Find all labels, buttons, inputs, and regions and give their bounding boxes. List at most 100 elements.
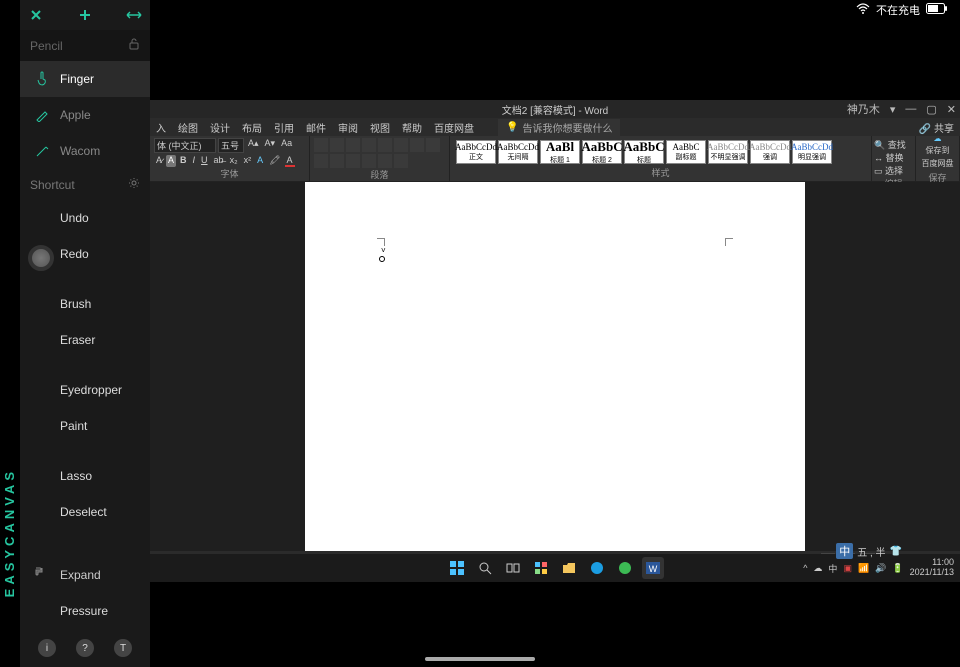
- close-window-icon[interactable]: ✕: [947, 103, 956, 116]
- style-tile-8[interactable]: AaBbCcDd明显强调: [792, 140, 832, 164]
- help-icon[interactable]: ?: [76, 639, 94, 657]
- tray-clock[interactable]: 11:00 2021/11/13: [910, 558, 954, 578]
- borders-icon[interactable]: [394, 154, 408, 168]
- font-name[interactable]: 体 (中文正): [154, 138, 216, 153]
- tool-brush[interactable]: Brush: [20, 286, 150, 322]
- font-color-icon[interactable]: A: [285, 155, 295, 167]
- close-icon[interactable]: [26, 5, 46, 25]
- taskbar-edge[interactable]: [586, 557, 608, 579]
- tool-deselect[interactable]: Deselect: [20, 494, 150, 530]
- style-tile-1[interactable]: AaBbCcDd无间隔: [498, 140, 538, 164]
- grow-font-icon[interactable]: A▴: [246, 138, 261, 153]
- replace-button[interactable]: ↔ 替换: [874, 151, 913, 164]
- sup-icon[interactable]: x²: [242, 155, 254, 167]
- tray-chevron-icon[interactable]: ^: [803, 563, 807, 573]
- multilevel-icon[interactable]: [346, 138, 360, 152]
- line-spacing-icon[interactable]: [362, 154, 376, 168]
- style-tile-3[interactable]: AaBbC标题 2: [582, 140, 622, 164]
- tab-baidu[interactable]: 百度网盘: [434, 120, 474, 135]
- font-size[interactable]: 五号: [218, 138, 244, 153]
- arrows-icon[interactable]: [124, 5, 144, 25]
- gear-icon[interactable]: [128, 177, 140, 192]
- style-tile-6[interactable]: AaBbCcDd不明显强调: [708, 140, 748, 164]
- justify-icon[interactable]: [346, 154, 360, 168]
- taskbar-start[interactable]: [446, 557, 468, 579]
- tab-draw[interactable]: 绘图: [178, 120, 198, 135]
- underline-icon[interactable]: U: [199, 155, 210, 167]
- info-icon[interactable]: i: [38, 639, 56, 657]
- bold-icon[interactable]: B: [178, 155, 189, 167]
- tool-undo[interactable]: Undo: [20, 200, 150, 236]
- input-wacom[interactable]: Wacom: [20, 133, 150, 169]
- select-button[interactable]: ▭ 选择: [874, 164, 913, 177]
- align-right-icon[interactable]: [330, 154, 344, 168]
- ribbon-options-icon[interactable]: ▾: [890, 103, 896, 116]
- sub-icon[interactable]: x₂: [228, 155, 240, 167]
- highlight-icon[interactable]: 🖍: [267, 155, 282, 167]
- bullets-icon[interactable]: [314, 138, 328, 152]
- tray-app-icon[interactable]: ▣: [843, 563, 852, 574]
- tab-help[interactable]: 帮助: [402, 120, 422, 135]
- taskbar-search[interactable]: [474, 557, 496, 579]
- home-indicator[interactable]: [425, 657, 535, 661]
- input-apple[interactable]: Apple: [20, 97, 150, 133]
- style-tile-0[interactable]: AaBbCcDd正文: [456, 140, 496, 164]
- taskbar-taskview[interactable]: [502, 557, 524, 579]
- tray-battery-icon[interactable]: 🔋: [892, 563, 903, 574]
- find-button[interactable]: 🔍 查找: [874, 138, 913, 151]
- share-button[interactable]: 🔗 共享: [919, 120, 954, 135]
- tray-cloud-icon[interactable]: ☁: [813, 563, 822, 574]
- tab-insert[interactable]: 入: [156, 120, 166, 135]
- pencil-row[interactable]: Pencil: [20, 30, 150, 61]
- add-icon[interactable]: [75, 5, 95, 25]
- tool-lasso[interactable]: Lasso: [20, 458, 150, 494]
- tool-eyedropper[interactable]: Eyedropper: [20, 372, 150, 408]
- minimize-icon[interactable]: —: [905, 103, 916, 115]
- document-area[interactable]: ˅: [150, 182, 960, 551]
- text-effects-icon[interactable]: A: [255, 155, 265, 167]
- italic-icon[interactable]: I: [191, 155, 198, 167]
- dec-indent-icon[interactable]: [362, 138, 376, 152]
- tab-layout[interactable]: 布局: [242, 120, 262, 135]
- tool-paint[interactable]: Paint: [20, 408, 150, 444]
- style-tile-4[interactable]: AaBbC标题: [624, 140, 664, 164]
- strike-icon[interactable]: ab̶: [212, 155, 226, 167]
- text-icon[interactable]: T: [114, 639, 132, 657]
- tray-wifi-icon[interactable]: 📶: [858, 563, 869, 574]
- tell-me-search[interactable]: 💡 告诉我你想要做什么: [498, 119, 620, 136]
- tab-mailings[interactable]: 邮件: [306, 120, 326, 135]
- pressure-row[interactable]: Pressure: [20, 593, 150, 629]
- tray-volume-icon[interactable]: 🔊: [875, 563, 886, 574]
- shrink-font-icon[interactable]: A▾: [263, 138, 278, 153]
- tab-design[interactable]: 设计: [210, 120, 230, 135]
- marks-icon[interactable]: [410, 138, 424, 152]
- clear-format-icon[interactable]: A̷: [154, 155, 164, 167]
- tray-ime[interactable]: 中: [828, 562, 837, 575]
- shading-icon[interactable]: [378, 154, 392, 168]
- change-case-icon[interactable]: Aa: [279, 138, 294, 153]
- input-finger[interactable]: Finger: [20, 61, 150, 97]
- numbering-icon[interactable]: [330, 138, 344, 152]
- taskbar-browser[interactable]: [614, 557, 636, 579]
- inc-indent-icon[interactable]: [378, 138, 392, 152]
- page-canvas[interactable]: ˅: [305, 182, 805, 551]
- style-tile-5[interactable]: AaBbC副标题: [666, 140, 706, 164]
- align-left-icon[interactable]: [426, 138, 440, 152]
- taskbar-explorer[interactable]: [558, 557, 580, 579]
- sort-icon[interactable]: [394, 138, 408, 152]
- save-cloud-group[interactable]: ☁ 保存到 百度网盘 保存: [916, 136, 960, 181]
- phonetic-icon[interactable]: A: [166, 155, 176, 167]
- tab-view[interactable]: 视图: [370, 120, 390, 135]
- maximize-icon[interactable]: ▢: [926, 103, 936, 116]
- tool-eraser[interactable]: Eraser: [20, 322, 150, 358]
- taskbar-word[interactable]: W: [642, 557, 664, 579]
- expand-row[interactable]: Expand: [20, 556, 150, 593]
- taskbar-widgets[interactable]: [530, 557, 552, 579]
- style-tile-2[interactable]: AaBl标题 1: [540, 140, 580, 164]
- tab-references[interactable]: 引用: [274, 120, 294, 135]
- ime-mode[interactable]: 中: [836, 543, 853, 559]
- align-center-icon[interactable]: [314, 154, 328, 168]
- style-name: 明显强调: [798, 152, 826, 162]
- tab-review[interactable]: 审阅: [338, 120, 358, 135]
- style-tile-7[interactable]: AaBbCcDd强调: [750, 140, 790, 164]
